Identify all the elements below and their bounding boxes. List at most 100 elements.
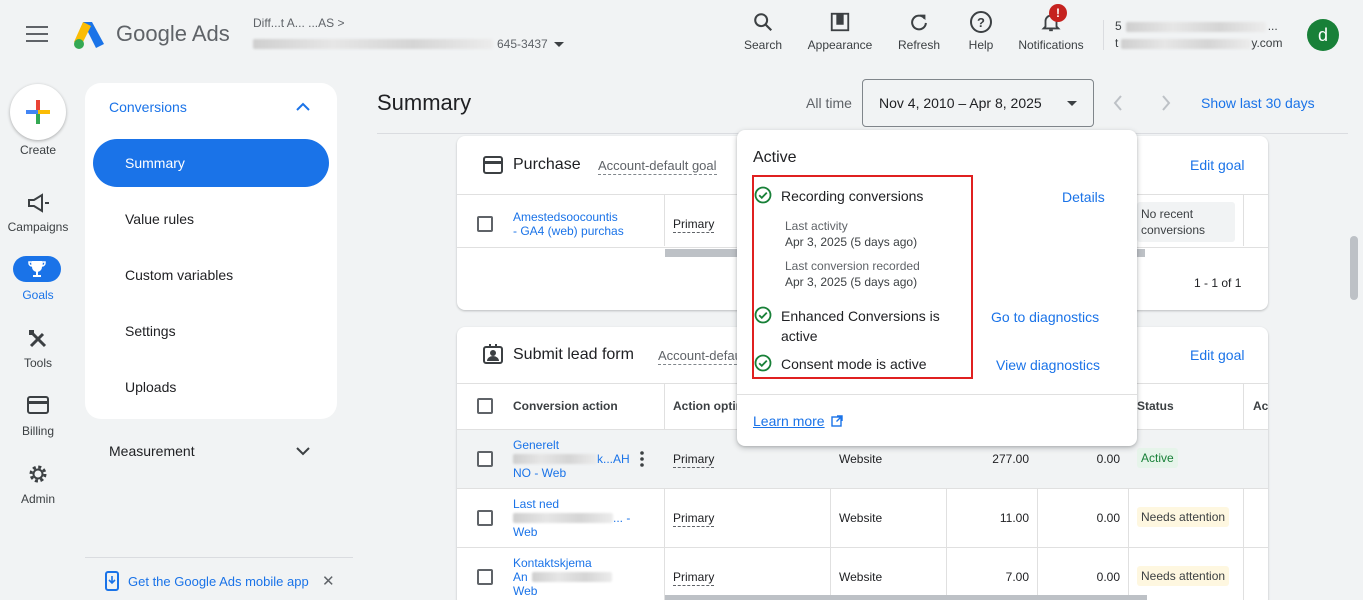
row-checkbox[interactable] [477, 510, 493, 526]
purchase-optimization-value: Primary [673, 217, 715, 233]
row-checkbox[interactable] [477, 451, 493, 467]
column-header-conversion-action[interactable]: Conversion action [513, 399, 618, 413]
show-last-30-days-button[interactable]: Show last 30 days [1201, 95, 1315, 111]
admin-nav[interactable] [0, 462, 76, 486]
status-badge: No recent conversions [1137, 202, 1235, 242]
help-button[interactable]: ? Help [963, 8, 999, 52]
help-icon: ? [970, 11, 992, 33]
conversion-action-link[interactable]: Generelt k...AH NO - Web [513, 438, 633, 480]
select-all-checkbox[interactable] [477, 398, 493, 414]
close-icon[interactable]: ✕ [322, 572, 335, 590]
row-checkbox[interactable] [477, 216, 493, 232]
campaigns-nav[interactable] [0, 192, 76, 214]
chevron-right-icon [1162, 95, 1171, 111]
billing-nav[interactable] [0, 396, 76, 414]
date-range-picker[interactable]: Nov 4, 2010 – Apr 8, 2025 [862, 79, 1094, 127]
admin-label: Admin [20, 492, 55, 506]
action-name-line2: ... - [613, 511, 631, 525]
conversion-action-link[interactable]: Last ned ... - Web [513, 497, 633, 539]
contact-form-icon [483, 344, 503, 364]
top-bar: Google Ads Diff...t A... ...AS > 645-343… [0, 0, 1363, 70]
help-label: Help [968, 38, 994, 52]
create-label: Create [19, 143, 57, 157]
purchase-conversion-action-link[interactable]: Amestedsoocountis - GA4 (web) purchas [513, 210, 653, 238]
notifications-button[interactable]: ! Notifications [1013, 4, 1089, 52]
more-vert-icon[interactable] [639, 451, 645, 467]
source-value: Website [839, 452, 883, 466]
recording-conversions-row: Recording conversions [754, 186, 923, 206]
billing-label: Billing [21, 424, 54, 438]
purchase-optimization[interactable]: Primary [673, 217, 715, 233]
action-name-line2: k...AH [597, 452, 630, 466]
row-divider [457, 547, 1268, 548]
conversions-section[interactable]: Conversions [109, 99, 187, 115]
chevron-up-icon[interactable] [295, 100, 311, 114]
goals-nav[interactable] [13, 256, 61, 282]
account-selector[interactable]: Diff...t A... ...AS > 645-3437 [253, 16, 573, 56]
purchase-goal-type[interactable]: Account-default goal [598, 158, 717, 175]
vertical-scrollbar[interactable] [1350, 236, 1358, 300]
user-info[interactable]: 5... t y.com [1115, 18, 1300, 52]
lead-form-edit-goal-button[interactable]: Edit goal [1190, 347, 1244, 363]
measurement-section[interactable]: Measurement [109, 443, 195, 459]
megaphone-icon [28, 193, 49, 213]
column-header-action-optimization[interactable]: Action optim [673, 399, 746, 413]
account-name: Diff...t A... ...AS > [253, 16, 345, 30]
mobile-app-promo[interactable]: Get the Google Ads mobile app [104, 571, 309, 591]
avatar[interactable]: d [1307, 19, 1339, 51]
lead-form-goal-type[interactable]: Account-defau [658, 348, 742, 365]
search-button[interactable]: Search [740, 8, 786, 52]
phone-icon [105, 571, 119, 591]
source-value: Website [839, 511, 883, 525]
purchase-edit-goal-button[interactable]: Edit goal [1190, 157, 1244, 173]
column-header-status[interactable]: Status [1137, 399, 1174, 413]
row-optimization[interactable]: Primary [673, 452, 715, 468]
status-badge: Needs attention [1137, 566, 1230, 586]
nav-summary[interactable]: Summary [93, 139, 329, 187]
check-circle-icon [754, 306, 772, 324]
create-button[interactable] [10, 84, 66, 140]
last-conversion: Last conversion recorded Apr 3, 2025 (5 … [785, 258, 920, 290]
next-period-button[interactable] [1156, 92, 1176, 114]
nav-value-rules[interactable]: Value rules [93, 195, 329, 243]
conversion-status-popover: Active Recording conversions Details Las… [737, 130, 1137, 446]
mobile-app-link[interactable]: Get the Google Ads mobile app [128, 574, 309, 589]
horizontal-scrollbar[interactable] [665, 595, 1147, 600]
row-optimization[interactable]: Primary [673, 570, 715, 586]
cart-card-icon [483, 156, 503, 174]
account-id-tail: 645-3437 [497, 37, 548, 51]
conversions-value: 11.00 [999, 511, 1029, 525]
tools-icon [29, 330, 47, 348]
last-conversion-value: Apr 3, 2025 (5 days ago) [785, 275, 918, 289]
nav-settings[interactable]: Settings [93, 307, 329, 355]
tools-nav[interactable] [0, 328, 76, 350]
account-dropdown-icon[interactable] [553, 41, 564, 47]
purchase-title: Purchase [513, 156, 581, 173]
appearance-button[interactable]: Appearance [804, 8, 876, 52]
refresh-button[interactable]: Refresh [895, 8, 943, 52]
account-id-redacted [253, 39, 493, 49]
learn-more-link[interactable]: Learn more [753, 413, 843, 429]
notification-badge: ! [1049, 4, 1067, 22]
nav-uploads[interactable]: Uploads [93, 363, 329, 411]
prev-period-button[interactable] [1108, 92, 1128, 114]
chevron-down-icon[interactable] [295, 444, 311, 458]
optimization-value: Primary [673, 452, 715, 468]
enhanced-conversions-row: Enhanced Conversions is active [754, 306, 959, 346]
action-name-redacted [513, 454, 597, 464]
details-link[interactable]: Details [1062, 189, 1105, 205]
lead-form-title: Submit lead form [513, 346, 634, 363]
user-line1-head: 5 [1115, 19, 1122, 33]
go-to-diagnostics-link[interactable]: Go to diagnostics [991, 309, 1099, 325]
user-line1-tail: ... [1267, 19, 1278, 33]
plus-icon [26, 100, 50, 124]
view-diagnostics-link[interactable]: View diagnostics [996, 357, 1100, 373]
main-menu-icon[interactable] [26, 26, 48, 44]
conversion-action-link[interactable]: Kontaktskjema An Web [513, 556, 633, 598]
column-header-actions[interactable]: Ac [1253, 399, 1268, 413]
row-optimization[interactable]: Primary [673, 511, 715, 527]
optimization-value: Primary [673, 570, 715, 586]
row-checkbox[interactable] [477, 569, 493, 585]
goals-label: Goals [22, 288, 54, 302]
nav-custom-variables[interactable]: Custom variables [93, 251, 329, 299]
